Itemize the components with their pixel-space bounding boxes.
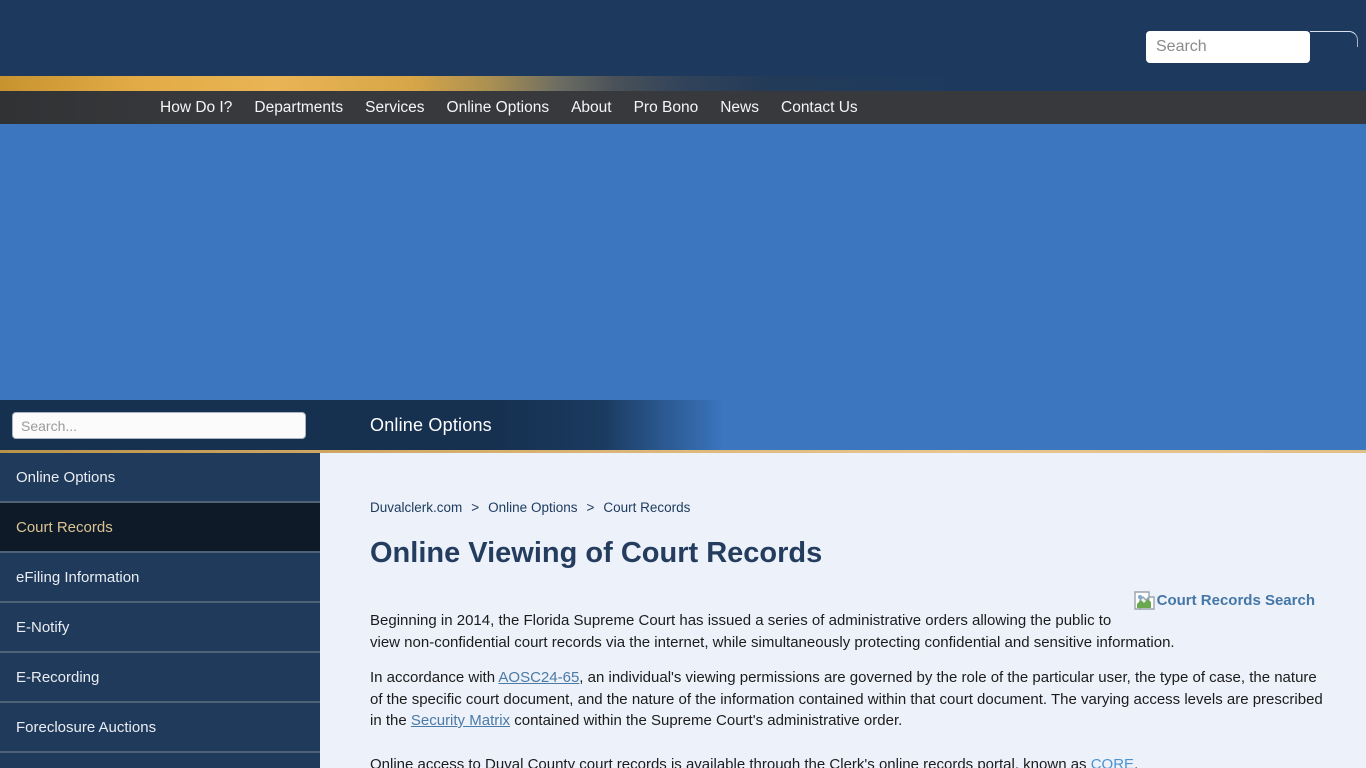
nav-item-contact-us[interactable]: Contact Us xyxy=(770,91,869,124)
breadcrumb-item-duvalclerk-com[interactable]: Duvalclerk.com xyxy=(370,500,462,515)
content-area: Duvalclerk.com > Online Options > Court Reco… xyxy=(320,453,1366,768)
nav-item-news[interactable]: News xyxy=(709,91,770,124)
breadcrumb-item-court-records[interactable]: Court Records xyxy=(603,500,690,515)
nav-item-online-options[interactable]: Online Options xyxy=(436,91,561,124)
sidebar-item-online-options[interactable]: Online Options xyxy=(0,453,320,503)
page: How Do I?DepartmentsServicesOnline Optio… xyxy=(0,0,1366,768)
sidebar-item-e-notify[interactable]: E-Notify xyxy=(0,603,320,653)
link-core[interactable]: CORE xyxy=(1091,756,1134,768)
breadcrumb: Duvalclerk.com > Online Options > Court Reco… xyxy=(370,500,1325,515)
broken-image-alt-text: Court Records Search xyxy=(1156,591,1315,609)
gold-accent-stripe xyxy=(0,76,1366,91)
link-aosc24-65[interactable]: AOSC24-65 xyxy=(498,669,579,686)
breadcrumb-separator: > xyxy=(471,500,480,515)
body-paragraph-1: Beginning in 2014, the Florida Supreme C… xyxy=(370,612,1175,651)
sidebar-search-input[interactable] xyxy=(12,412,306,439)
sidebar-menu: Online Options Court Records eFiling Infor… xyxy=(0,453,320,768)
nav-item-about[interactable]: About xyxy=(560,91,623,124)
header-search-input[interactable] xyxy=(1146,31,1310,63)
section-title: Online Options xyxy=(370,415,492,435)
sidebar-item-foreclosure-auctions[interactable]: Foreclosure Auctions xyxy=(0,703,320,753)
content-paragraphs: Beginning in 2014, the Florida Supreme C… xyxy=(370,610,1325,768)
broken-image-placeholder[interactable]: Court Records Search xyxy=(1125,587,1315,613)
breadcrumb-item-online-options[interactable]: Online Options xyxy=(488,500,577,515)
main-nav: How Do I? Departments Services Online Optio… xyxy=(0,91,1366,124)
link-security-matrix[interactable]: Security Matrix xyxy=(411,712,510,729)
page-title: Online Viewing of Court Records xyxy=(370,537,823,569)
broken-image-icon xyxy=(1133,590,1155,610)
header-search-button[interactable] xyxy=(1310,31,1358,47)
top-header xyxy=(0,0,1366,76)
sidebar-item-e-recording[interactable]: E-Recording xyxy=(0,653,320,703)
nav-item-services[interactable]: Services xyxy=(354,91,435,124)
body-paragraph-2: In accordance with AOSC24-65, an individ… xyxy=(370,669,1323,729)
sidebar-item-efiling-information[interactable]: eFiling Information xyxy=(0,553,320,603)
nav-item-pro-bono[interactable]: Pro Bono xyxy=(623,91,710,124)
breadcrumb-separator: > xyxy=(586,500,595,515)
nav-item-departments[interactable]: Departments xyxy=(243,91,354,124)
section-banner: Online Options xyxy=(0,400,1366,450)
body-paragraph-3: Online access to Duval County court reco… xyxy=(370,754,1325,768)
sidebar-item-court-records[interactable]: Court Records xyxy=(0,503,320,553)
nav-item-how-do-i[interactable]: How Do I? xyxy=(149,91,243,124)
